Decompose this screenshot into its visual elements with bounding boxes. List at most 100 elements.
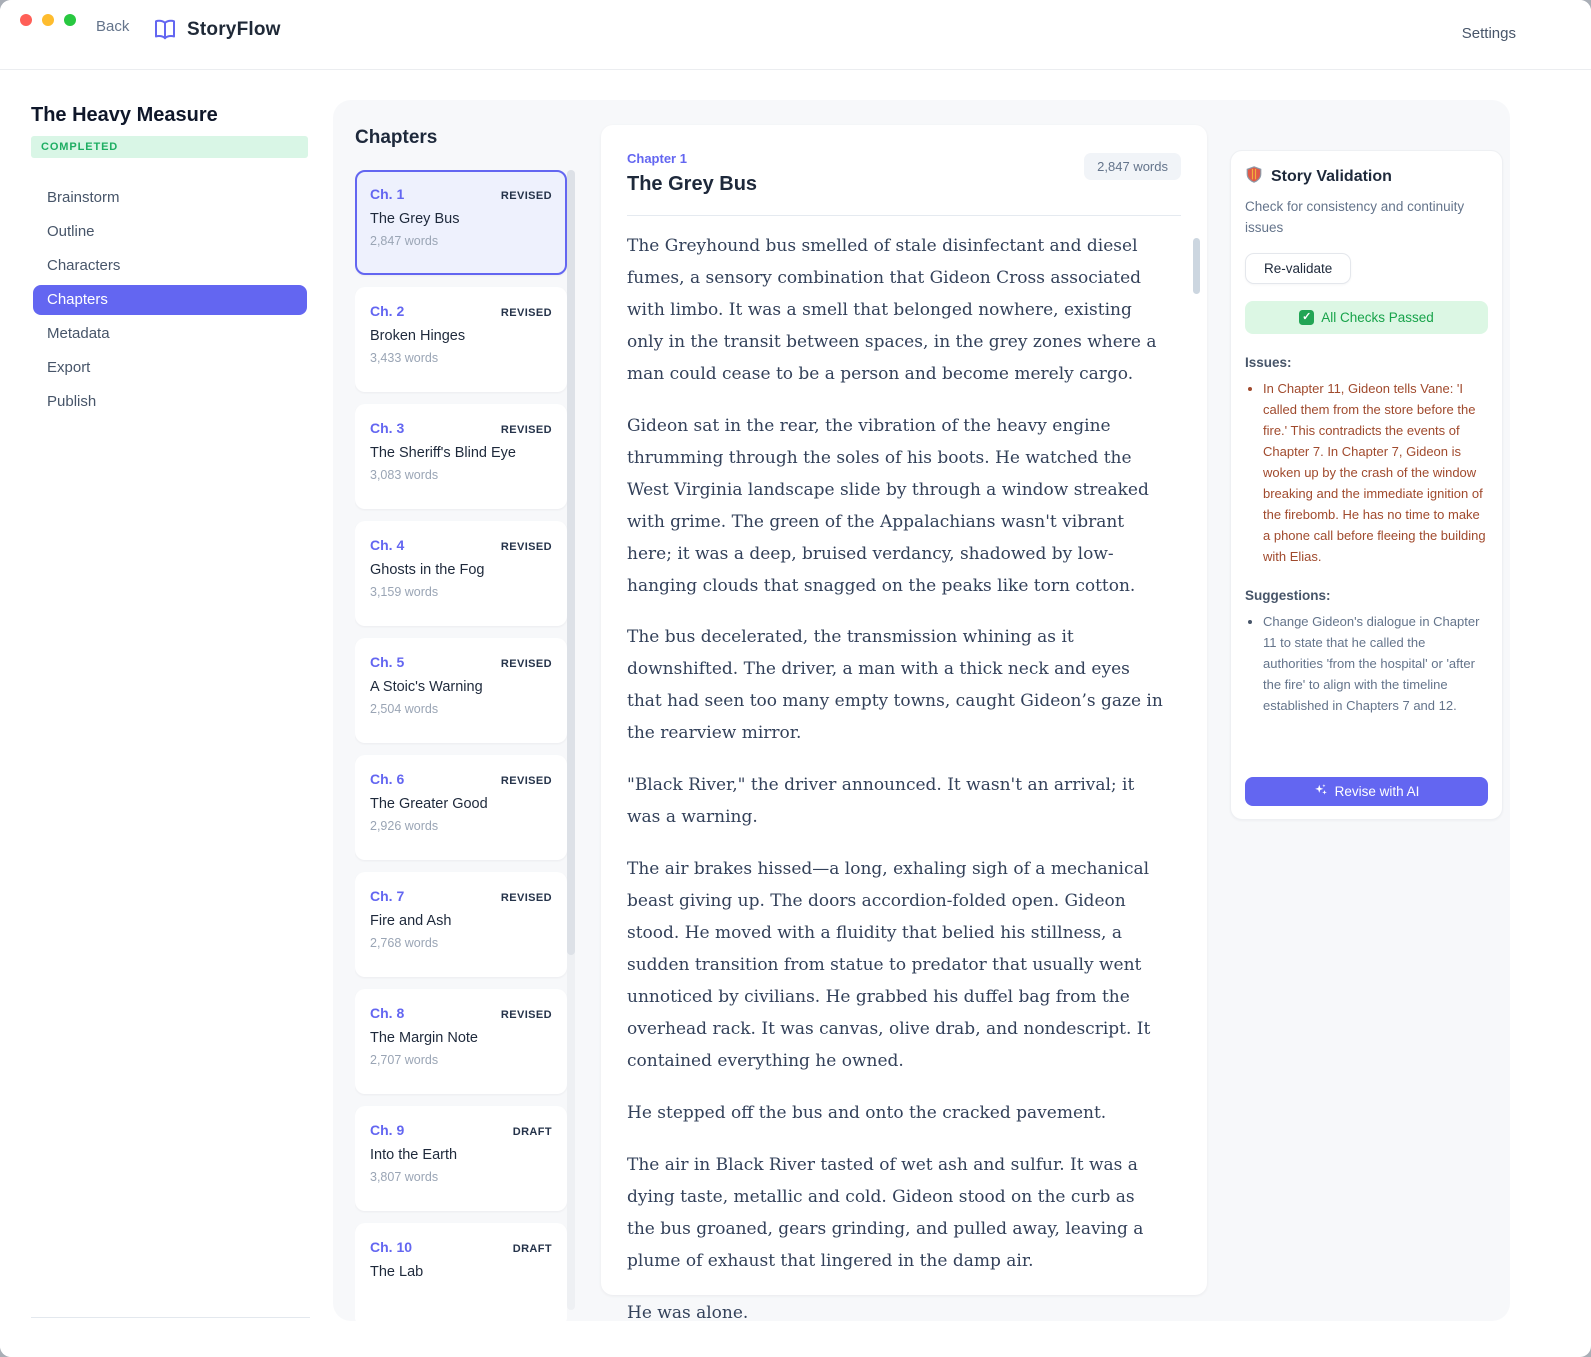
chapter-card[interactable]: Ch. 7 REVISED Fire and Ash 2,768 words [355, 872, 567, 977]
prose-paragraph: The air in Black River tasted of wet ash… [627, 1150, 1163, 1278]
chapter-title: Ghosts in the Fog [370, 562, 552, 578]
prose-paragraph: The Greyhound bus smelled of stale disin… [627, 231, 1163, 391]
chapter-status-badge: REVISED [501, 658, 552, 670]
checks-passed-banner: All Checks Passed [1245, 301, 1488, 334]
sidebar: The Heavy Measure COMPLETED Brainstorm O… [0, 70, 333, 1357]
chapter-status-badge: DRAFT [513, 1243, 552, 1255]
chapter-title: A Stoic's Warning [370, 679, 552, 695]
story-validation-panel: Story Validation Check for consistency a… [1230, 150, 1503, 820]
chapter-card[interactable]: Ch. 4 REVISED Ghosts in the Fog 3,159 wo… [355, 521, 567, 626]
validation-title: Story Validation [1271, 168, 1392, 186]
chapter-status-badge: REVISED [501, 1009, 552, 1021]
chapter-title: Fire and Ash [370, 913, 552, 929]
chapter-prose: The Greyhound bus smelled of stale disin… [627, 231, 1181, 1321]
close-icon[interactable] [20, 14, 32, 26]
chapter-status-badge: REVISED [501, 424, 552, 436]
chapter-status-badge: REVISED [501, 775, 552, 787]
chapter-title: The Margin Note [370, 1030, 552, 1046]
chapter-number: Ch. 7 [370, 888, 404, 904]
sidebar-item[interactable]: Metadata [33, 319, 307, 349]
status-badge: COMPLETED [31, 136, 308, 158]
app-title: StoryFlow [187, 19, 281, 41]
chapter-card-head: Ch. 4 REVISED [370, 537, 552, 553]
chapter-card-head: Ch. 2 REVISED [370, 303, 552, 319]
sidebar-item[interactable]: Brainstorm [33, 183, 307, 213]
chapter-number: Ch. 2 [370, 303, 404, 319]
editor-header: Chapter 1 The Grey Bus 2,847 words [627, 151, 1181, 196]
app-logo: StoryFlow [152, 18, 281, 42]
chapter-number: Ch. 4 [370, 537, 404, 553]
chapter-word-count: 3,433 words [370, 351, 552, 365]
chapter-status-badge: REVISED [501, 307, 552, 319]
shield-icon [1245, 165, 1263, 189]
validation-subtitle: Check for consistency and continuity iss… [1245, 197, 1488, 239]
validation-header: Story Validation [1245, 165, 1488, 189]
chapter-word-count: 3,159 words [370, 585, 552, 599]
chapter-card-head: Ch. 6 REVISED [370, 771, 552, 787]
chapter-card[interactable]: Ch. 9 DRAFT Into the Earth 3,807 words [355, 1106, 567, 1211]
chapter-list-scrollbar-thumb[interactable] [567, 170, 575, 955]
chapter-number: Ch. 8 [370, 1005, 404, 1021]
issues-label: Issues: [1245, 355, 1488, 370]
back-button[interactable]: Back [96, 18, 129, 35]
chapter-word-count: 2,926 words [370, 819, 552, 833]
sparkles-icon [1314, 783, 1328, 800]
chapter-card-head: Ch. 9 DRAFT [370, 1122, 552, 1138]
word-count-badge: 2,847 words [1084, 153, 1181, 180]
chapter-number: Ch. 1 [370, 186, 404, 202]
chapter-card-head: Ch. 3 REVISED [370, 420, 552, 436]
issues-list: In Chapter 11, Gideon tells Vane: 'I cal… [1245, 378, 1488, 567]
chapter-number: Ch. 10 [370, 1239, 412, 1255]
chapter-card[interactable]: Ch. 8 REVISED The Margin Note 2,707 word… [355, 989, 567, 1094]
chapter-card-head: Ch. 7 REVISED [370, 888, 552, 904]
sidebar-nav: Brainstorm Outline Characters Chapters M… [33, 183, 307, 421]
revise-with-ai-button[interactable]: Revise with AI [1245, 777, 1488, 806]
editor-scrollbar-thumb[interactable] [1193, 238, 1200, 294]
prose-paragraph: He stepped off the bus and onto the crac… [627, 1098, 1163, 1130]
chapter-word-count: 3,083 words [370, 468, 552, 482]
chapter-card[interactable]: Ch. 3 REVISED The Sheriff's Blind Eye 3,… [355, 404, 567, 509]
chapter-title: The Sheriff's Blind Eye [370, 445, 552, 461]
sidebar-item[interactable]: Publish [33, 387, 307, 417]
chapter-list: Ch. 1 REVISED The Grey Bus 2,847 words C… [355, 170, 567, 1321]
prose-paragraph: The air brakes hissed—a long, exhaling s… [627, 854, 1163, 1078]
suggestions-label: Suggestions: [1245, 588, 1488, 603]
sidebar-item[interactable]: Chapters [33, 285, 307, 315]
chapter-title: The Grey Bus [370, 211, 552, 227]
chapter-title: The Greater Good [370, 796, 552, 812]
chapter-title: The Lab [370, 1264, 552, 1280]
chapter-card[interactable]: Ch. 1 REVISED The Grey Bus 2,847 words [355, 170, 567, 275]
chapter-card[interactable]: Ch. 5 REVISED A Stoic's Warning 2,504 wo… [355, 638, 567, 743]
chapter-status-badge: DRAFT [513, 1126, 552, 1138]
zoom-icon[interactable] [64, 14, 76, 26]
chapter-number: Ch. 6 [370, 771, 404, 787]
minimize-icon[interactable] [42, 14, 54, 26]
chapter-status-badge: REVISED [501, 190, 552, 202]
sidebar-item[interactable]: Characters [33, 251, 307, 281]
prose-paragraph: The bus decelerated, the transmission wh… [627, 622, 1163, 750]
chapter-number: Ch. 3 [370, 420, 404, 436]
chapter-title: Broken Hinges [370, 328, 552, 344]
sidebar-item[interactable]: Outline [33, 217, 307, 247]
chapter-word-count: 3,807 words [370, 1170, 552, 1184]
settings-button[interactable]: Settings [1462, 25, 1516, 42]
revise-button-label: Revise with AI [1335, 784, 1420, 799]
chapter-card[interactable]: Ch. 10 DRAFT The Lab [355, 1223, 567, 1321]
chapters-heading: Chapters [355, 127, 437, 149]
chapter-card-head: Ch. 10 DRAFT [370, 1239, 552, 1255]
revalidate-button[interactable]: Re-validate [1245, 253, 1351, 284]
sidebar-item[interactable]: Export [33, 353, 307, 383]
prose-paragraph: He was alone. [627, 1298, 1163, 1321]
project-title: The Heavy Measure [31, 104, 218, 127]
chapter-card-head: Ch. 5 REVISED [370, 654, 552, 670]
suggestions-list: Change Gideon's dialogue in Chapter 11 t… [1245, 611, 1488, 716]
chapter-number: Ch. 5 [370, 654, 404, 670]
editor-card: Chapter 1 The Grey Bus 2,847 words The G… [601, 125, 1207, 1295]
chapter-status-badge: REVISED [501, 892, 552, 904]
chapter-number: Ch. 9 [370, 1122, 404, 1138]
app-window: Back StoryFlow Settings The Heavy Measur… [0, 0, 1591, 1357]
chapter-card[interactable]: Ch. 2 REVISED Broken Hinges 3,433 words [355, 287, 567, 392]
book-icon [152, 18, 178, 42]
chapter-card[interactable]: Ch. 6 REVISED The Greater Good 2,926 wor… [355, 755, 567, 860]
prose-paragraph: "Black River," the driver announced. It … [627, 770, 1163, 834]
